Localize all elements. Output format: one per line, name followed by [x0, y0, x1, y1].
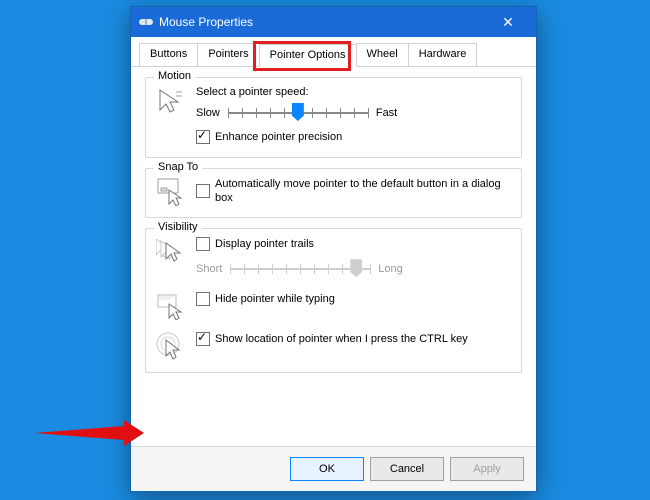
- tab-pointer-options[interactable]: Pointer Options: [259, 44, 357, 67]
- ctrl-locate-icon: [156, 332, 186, 362]
- checkbox-box: [196, 292, 210, 306]
- cancel-button[interactable]: Cancel: [370, 457, 444, 481]
- pointer-speed-slider[interactable]: [228, 102, 368, 124]
- trails-label: Display pointer trails: [215, 237, 314, 251]
- close-button[interactable]: ✕: [488, 14, 528, 31]
- checkbox-box: [196, 184, 210, 198]
- apply-button[interactable]: Apply: [450, 457, 524, 481]
- annotation-arrow: [34, 418, 144, 448]
- legend-motion: Motion: [154, 70, 195, 82]
- checkbox-box: [196, 130, 210, 144]
- pointer-trails-slider: [230, 258, 370, 280]
- tab-hardware[interactable]: Hardware: [408, 43, 478, 66]
- group-snap-to: Snap To Automatically move pointer to th…: [145, 168, 522, 218]
- long-label: Long: [378, 263, 402, 275]
- checkbox-box: [196, 332, 210, 346]
- pointer-trails-icon: [156, 237, 186, 267]
- mouse-icon: [139, 15, 153, 29]
- snap-to-icon: [156, 177, 186, 207]
- window-title: Mouse Properties: [159, 15, 488, 29]
- slow-label: Slow: [196, 107, 220, 119]
- checkbox-box: [196, 237, 210, 251]
- short-label: Short: [196, 263, 222, 275]
- enhance-label: Enhance pointer precision: [215, 130, 342, 144]
- tab-buttons[interactable]: Buttons: [139, 43, 198, 66]
- snap-label: Automatically move pointer to the defaul…: [215, 177, 511, 206]
- ctrl-label: Show location of pointer when I press th…: [215, 332, 468, 346]
- tab-pointers[interactable]: Pointers: [197, 43, 259, 66]
- hide-pointer-icon: [156, 292, 186, 322]
- pointer-trails-checkbox[interactable]: Display pointer trails: [196, 237, 314, 251]
- tab-strip: Buttons Pointers Pointer Options Wheel H…: [131, 37, 536, 67]
- show-location-ctrl-checkbox[interactable]: Show location of pointer when I press th…: [196, 332, 468, 346]
- fast-label: Fast: [376, 107, 397, 119]
- ok-button[interactable]: OK: [290, 457, 364, 481]
- group-visibility: Visibility Display pointer trails: [145, 228, 522, 373]
- pointer-speed-icon: [156, 86, 186, 116]
- hide-label: Hide pointer while typing: [215, 292, 335, 306]
- dialog-footer: OK Cancel Apply: [131, 446, 536, 491]
- titlebar[interactable]: Mouse Properties ✕: [131, 7, 536, 37]
- enhance-precision-checkbox[interactable]: Enhance pointer precision: [196, 130, 342, 144]
- dialog-body: Motion Select a pointer speed: Slow: [131, 67, 536, 446]
- legend-visibility: Visibility: [154, 221, 202, 233]
- speed-label: Select a pointer speed:: [196, 86, 511, 98]
- tab-wheel[interactable]: Wheel: [356, 43, 409, 66]
- legend-snap: Snap To: [154, 161, 202, 173]
- snap-to-checkbox[interactable]: Automatically move pointer to the defaul…: [196, 177, 511, 206]
- hide-pointer-checkbox[interactable]: Hide pointer while typing: [196, 292, 335, 306]
- mouse-properties-window: Mouse Properties ✕ Buttons Pointers Poin…: [130, 6, 537, 492]
- group-motion: Motion Select a pointer speed: Slow: [145, 77, 522, 158]
